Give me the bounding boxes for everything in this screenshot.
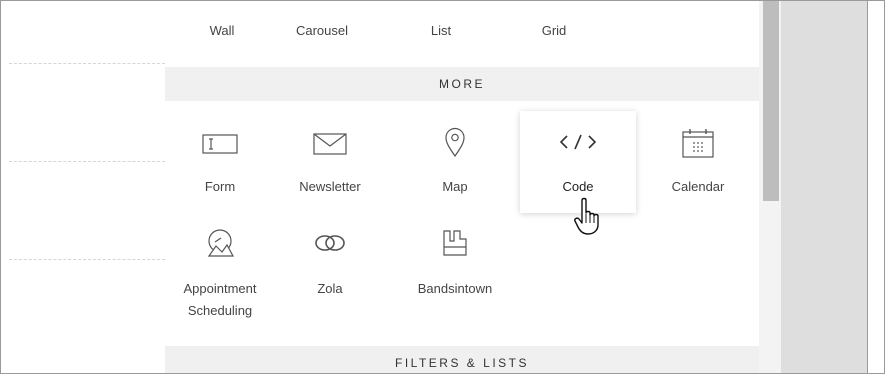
section-header-filters-lists: FILTERS & LISTS bbox=[165, 346, 759, 373]
block-label: Scheduling bbox=[187, 303, 253, 318]
form-icon bbox=[165, 126, 275, 162]
code-icon bbox=[523, 124, 633, 160]
map-pin-icon bbox=[400, 124, 510, 160]
hand-pointer-icon bbox=[573, 197, 605, 237]
block-newsletter[interactable]: Newsletter bbox=[275, 111, 385, 221]
editor-background bbox=[781, 1, 867, 373]
rings-icon bbox=[275, 225, 385, 261]
block-label: Zola bbox=[317, 281, 343, 296]
layout-option-list[interactable]: List bbox=[416, 23, 466, 38]
scrollbar-thumb[interactable] bbox=[763, 1, 779, 201]
block-map[interactable]: Map bbox=[400, 111, 510, 221]
window-frame: Wall Carousel List Grid MORE Form Newsle… bbox=[0, 0, 885, 374]
block-label: Map bbox=[442, 179, 468, 194]
block-label: Code bbox=[562, 179, 594, 194]
bandsintown-icon bbox=[400, 225, 510, 261]
block-label: Appointment bbox=[183, 281, 257, 296]
block-label: Bandsintown bbox=[417, 281, 493, 296]
right-margin bbox=[868, 1, 884, 373]
block-label: Form bbox=[204, 179, 236, 194]
section-header-more: MORE bbox=[165, 67, 759, 101]
layout-option-wall[interactable]: Wall bbox=[192, 23, 252, 38]
block-form[interactable]: Form bbox=[165, 111, 275, 221]
divider-line bbox=[9, 161, 165, 162]
divider-line bbox=[9, 259, 165, 260]
block-appointment-scheduling[interactable]: Appointment Scheduling bbox=[165, 221, 275, 331]
calendar-icon bbox=[643, 125, 753, 161]
block-bandsintown[interactable]: Bandsintown bbox=[400, 221, 510, 331]
layout-option-grid[interactable]: Grid bbox=[529, 23, 579, 38]
block-picker-panel: Wall Carousel List Grid MORE Form Newsle… bbox=[165, 1, 759, 373]
envelope-icon bbox=[275, 126, 385, 162]
layout-options-row: Wall Carousel List Grid bbox=[165, 23, 759, 43]
block-calendar[interactable]: Calendar bbox=[643, 111, 753, 221]
layout-option-carousel[interactable]: Carousel bbox=[282, 23, 362, 38]
appointment-icon bbox=[165, 225, 275, 261]
block-label: Calendar bbox=[671, 179, 725, 194]
block-zola[interactable]: Zola bbox=[275, 221, 385, 331]
block-label: Newsletter bbox=[299, 179, 361, 194]
divider-line bbox=[9, 63, 165, 64]
